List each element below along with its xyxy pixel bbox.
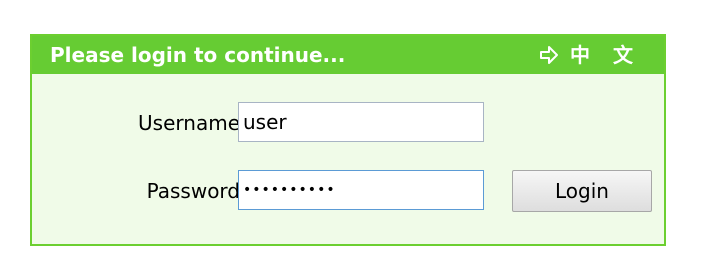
language-switch[interactable]: 中 文 — [538, 40, 641, 70]
username-input[interactable] — [238, 102, 484, 142]
login-button[interactable]: Login — [512, 170, 652, 212]
login-panel: Please login to continue... 中 文 Username… — [30, 34, 666, 246]
language-switch-label: 中 文 — [570, 43, 641, 67]
panel-header: Please login to continue... 中 文 — [32, 36, 664, 74]
login-page: Please login to continue... 中 文 Username… — [0, 0, 720, 264]
password-input[interactable] — [238, 170, 484, 210]
arrow-right-icon — [540, 46, 558, 64]
username-label: Username — [138, 111, 240, 135]
password-label: Password — [146, 179, 240, 203]
panel-title: Please login to continue... — [50, 43, 346, 67]
